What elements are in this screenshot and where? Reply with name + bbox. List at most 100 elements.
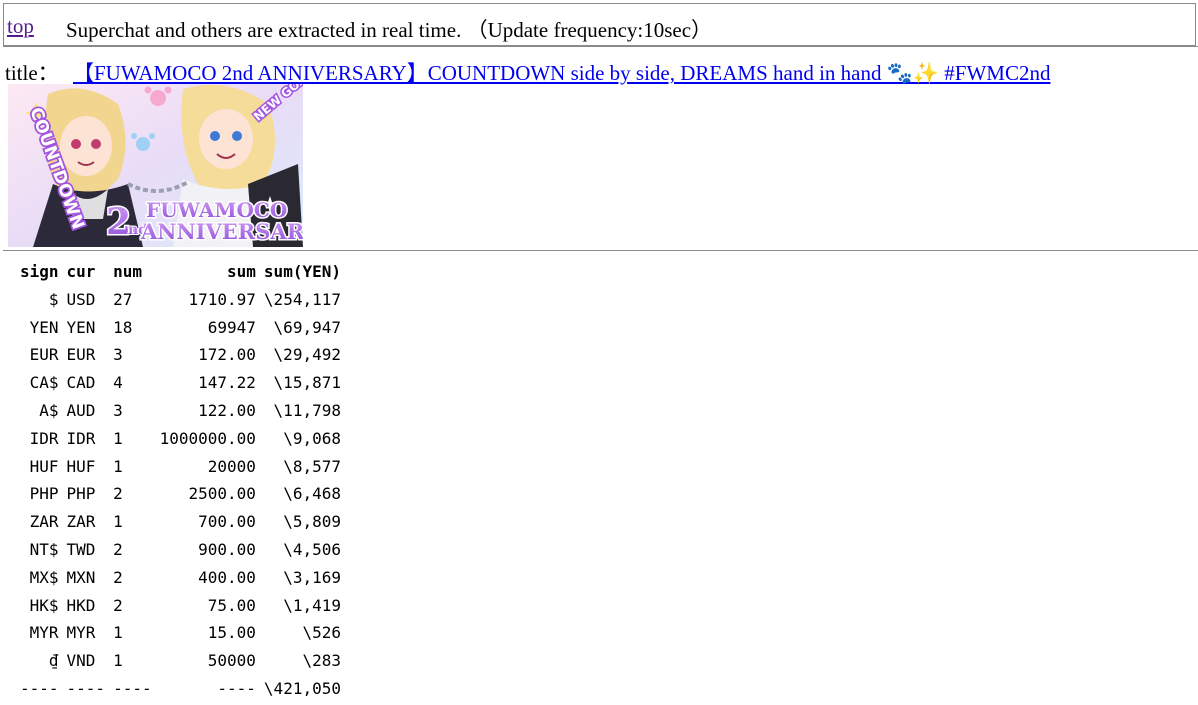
cell-num: 3	[113, 400, 123, 420]
cell-sum-yen: \29,492	[273, 345, 341, 365]
cell-sign: NT$	[29, 539, 59, 559]
cell-num: 4	[113, 373, 123, 393]
cell-cur: HUF	[66, 456, 96, 476]
cell-sum-yen: \6,468	[283, 484, 341, 504]
table-row: $ USD 27 1710.97 \254,117	[16, 286, 345, 314]
cell-sum: 50000	[207, 651, 256, 671]
cell-sign: EUR	[29, 345, 59, 365]
table-row: PHP PHP 2 2500.00 \6,468	[16, 480, 345, 508]
cell-sign: CA$	[29, 373, 59, 393]
cell-cur: MYR	[66, 623, 96, 643]
cell-cur: USD	[66, 289, 96, 309]
cell-num: 1	[113, 456, 123, 476]
cell-sum: 20000	[207, 456, 256, 476]
cell-num: 3	[113, 345, 123, 365]
table-row: ₫ VND 1 50000 \283	[16, 647, 345, 675]
table-row: YEN YEN 18 69947 \69,947	[16, 314, 345, 342]
cell-num: 1	[113, 651, 123, 671]
table-row: NT$ TWD 2 900.00 \4,506	[16, 536, 345, 564]
cell-num: 1	[113, 428, 123, 448]
table-row: CA$ CAD 4 147.22 \15,871	[16, 369, 345, 397]
table-row: A$ AUD 3 122.00 \11,798	[16, 397, 345, 425]
col-sum: sum	[227, 262, 256, 281]
cell-sum-yen: \69,947	[273, 317, 341, 337]
col-num: num	[113, 262, 142, 281]
cell-sum: 2500.00	[188, 484, 256, 504]
status-message: Superchat and others are extracted in re…	[66, 18, 713, 42]
top-link[interactable]: top	[7, 14, 34, 39]
cell-cur: TWD	[66, 539, 96, 559]
cell-num: 18	[113, 317, 133, 337]
total-sum: ----	[217, 678, 256, 698]
cell-sum-yen: \11,798	[273, 400, 341, 420]
cell-sum-yen: \9,068	[283, 428, 341, 448]
thumbnail-art: COUNTDOWN NEW GOALS! 2 nd FUWAMOCO ANNIV…	[8, 84, 303, 247]
table-row: MYR MYR 1 15.00 \526	[16, 619, 345, 647]
cell-sign: YEN	[29, 317, 59, 337]
cell-sum-yen: \1,419	[283, 595, 341, 615]
table-row: EUR EUR 3 172.00 \29,492	[16, 341, 345, 369]
cell-cur: YEN	[66, 317, 96, 337]
cell-sum-yen: \254,117	[263, 289, 341, 309]
cell-sum: 700.00	[198, 512, 256, 532]
table-row: MX$ MXN 2 400.00 \3,169	[16, 564, 345, 592]
cell-sum-yen: \283	[302, 651, 341, 671]
cell-sum: 122.00	[198, 400, 256, 420]
table-total-row: ---- ---- ---- ---- \421,050	[16, 675, 345, 703]
cell-sum: 400.00	[198, 567, 256, 587]
total-num: ----	[113, 678, 152, 698]
cell-sign: A$	[39, 400, 59, 420]
stream-title-section: title： 【FUWAMOCO 2nd ANNIVERSARY】COUNTDO…	[3, 46, 1198, 251]
svg-text:ANNIVERSARY: ANNIVERSARY	[140, 219, 303, 244]
paw-deco	[150, 90, 166, 106]
cell-cur: CAD	[66, 373, 96, 393]
cell-sum: 147.22	[198, 373, 256, 393]
currency-summary: sign cur num sum sum(YEN) $ USD 27 1710.97 \…	[16, 258, 345, 703]
cell-sum: 15.00	[207, 623, 256, 643]
title-label: title：	[5, 61, 59, 85]
cell-num: 2	[113, 567, 123, 587]
cell-cur: HKD	[66, 595, 96, 615]
table-body: $ USD 27 1710.97 \254,117 YEN YEN 18 69947 \69,9…	[16, 286, 345, 703]
cell-sign: MX$	[29, 567, 59, 587]
cell-sum-yen: \8,577	[283, 456, 341, 476]
cell-cur: PHP	[66, 484, 96, 504]
table-row: IDR IDR 1 1000000.00 \9,068	[16, 425, 345, 453]
table-row: ZAR ZAR 1 700.00 \5,809	[16, 508, 345, 536]
table-row: HK$ HKD 2 75.00 \1,419	[16, 592, 345, 620]
header-bar: top Superchat and others are extracted i…	[3, 3, 1196, 46]
cell-sum-yen: \3,169	[283, 567, 341, 587]
cell-sum: 900.00	[198, 539, 256, 559]
cell-sign: HUF	[29, 456, 59, 476]
cell-num: 1	[113, 512, 123, 532]
cell-sign: PHP	[29, 484, 59, 504]
cell-cur: EUR	[66, 345, 96, 365]
cell-sum-yen: \5,809	[283, 512, 341, 532]
cell-sum: 172.00	[198, 345, 256, 365]
cell-sign: IDR	[29, 428, 59, 448]
cell-sum-yen: \4,506	[283, 539, 341, 559]
currency-table: sign cur num sum sum(YEN) $ USD 27 1710.97 \…	[16, 258, 345, 703]
cell-sign: MYR	[29, 623, 59, 643]
col-sum-yen: sum(YEN)	[263, 262, 341, 281]
cell-num: 2	[113, 539, 123, 559]
cell-sum-yen: \15,871	[273, 373, 341, 393]
total-sum-yen: \421,050	[263, 678, 341, 698]
total-cur: ----	[66, 678, 106, 698]
total-sign: ----	[20, 678, 59, 698]
stream-thumbnail[interactable]: COUNTDOWN NEW GOALS! 2 nd FUWAMOCO ANNIV…	[8, 84, 303, 247]
cell-sign: ₫	[48, 651, 59, 671]
cell-cur: ZAR	[66, 512, 96, 532]
cell-cur: AUD	[66, 400, 96, 420]
cell-sum: 1710.97	[188, 289, 256, 309]
cell-sum: 1000000.00	[159, 428, 256, 448]
table-header-row: sign cur num sum sum(YEN)	[16, 258, 345, 286]
stream-title-link[interactable]: 【FUWAMOCO 2nd ANNIVERSARY】COUNTDOWN side…	[73, 57, 1050, 87]
cell-num: 1	[113, 623, 123, 643]
cell-sign: $	[48, 289, 59, 309]
col-sign: sign	[20, 262, 59, 281]
table-row: HUF HUF 1 20000 \8,577	[16, 453, 345, 481]
cell-sum: 75.00	[207, 595, 256, 615]
cell-cur: MXN	[66, 567, 96, 587]
cell-sign: HK$	[29, 595, 59, 615]
